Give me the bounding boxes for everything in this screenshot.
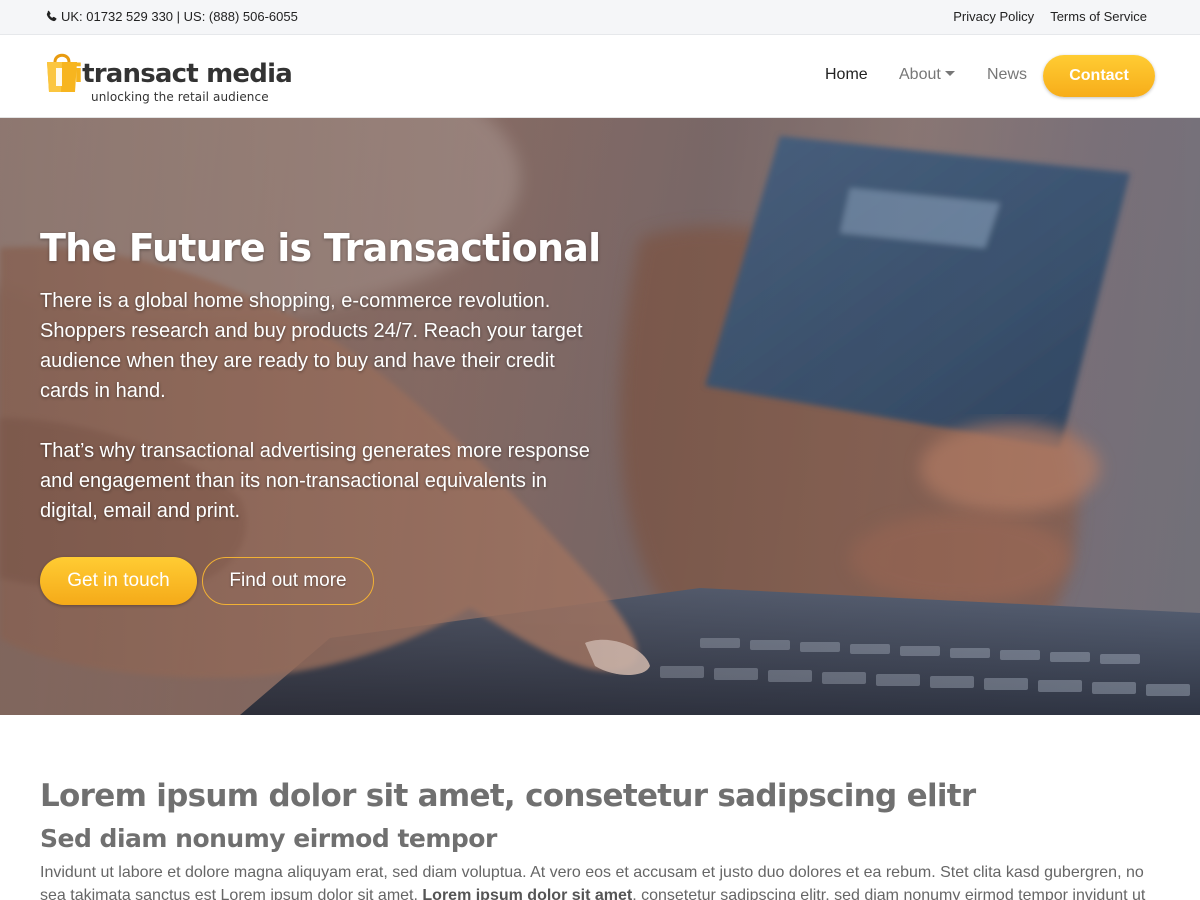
contact-button[interactable]: Contact bbox=[1043, 55, 1155, 97]
find-out-more-button[interactable]: Find out more bbox=[202, 557, 374, 605]
nav-about-dropdown[interactable]: About bbox=[899, 66, 955, 84]
content-body-bold: Lorem ipsum dolor sit amet bbox=[422, 887, 633, 900]
nav-about-label: About bbox=[899, 66, 941, 83]
caret-down-icon bbox=[944, 71, 955, 76]
nav-news[interactable]: News bbox=[987, 66, 1027, 84]
hero-section: The Future is Transactional There is a g… bbox=[0, 118, 1200, 715]
hero-paragraph-2: That’s why transactional advertising gen… bbox=[40, 440, 590, 522]
get-in-touch-button[interactable]: Get in touch bbox=[40, 557, 197, 605]
content-body: Invidunt ut labore et dolore magna aliqu… bbox=[40, 861, 1160, 900]
top-utility-bar: UK: 01732 529 330 | US: (888) 506-6055 P… bbox=[0, 0, 1200, 35]
main-navbar: itransact media unlocking the retail aud… bbox=[0, 35, 1200, 118]
content-body-end: , consetetur sadipscing elitr, sed diam … bbox=[632, 887, 1146, 900]
hero-overlay bbox=[0, 118, 1200, 715]
utility-links: Privacy Policy Terms of Service bbox=[953, 9, 1147, 24]
phone-contact: UK: 01732 529 330 | US: (888) 506-6055 bbox=[45, 9, 298, 24]
phone-numbers: UK: 01732 529 330 | US: (888) 506-6055 bbox=[61, 9, 298, 24]
hero-paragraph-1: There is a global home shopping, e-comme… bbox=[40, 290, 583, 402]
nav-home[interactable]: Home bbox=[825, 66, 868, 84]
content-title: Lorem ipsum dolor sit amet, consetetur s… bbox=[40, 778, 976, 814]
nav-links: Home About News Contact bbox=[0, 35, 1200, 118]
hero-title: The Future is Transactional bbox=[40, 226, 601, 270]
terms-of-service-link[interactable]: Terms of Service bbox=[1050, 9, 1147, 24]
phone-icon bbox=[46, 10, 57, 22]
content-subtitle: Sed diam nonumy eirmod tempor bbox=[40, 824, 497, 853]
privacy-policy-link[interactable]: Privacy Policy bbox=[953, 9, 1034, 24]
